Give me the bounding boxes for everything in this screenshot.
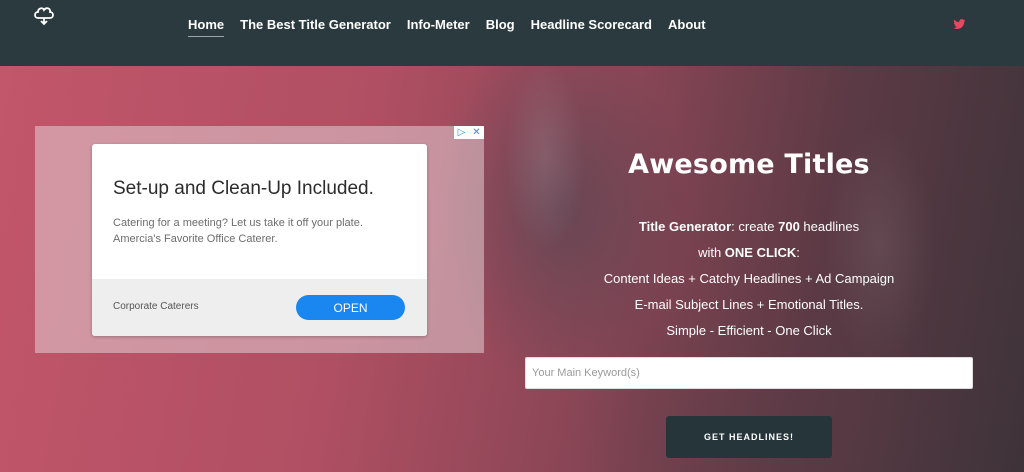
nav-headline-scorecard[interactable]: Headline Scorecard [531, 17, 652, 37]
adchoices-icon[interactable]: ▷ [454, 126, 469, 139]
headline-count: 700 [778, 219, 800, 234]
close-icon[interactable]: ✕ [469, 126, 484, 139]
nav-home[interactable]: Home [188, 17, 225, 37]
feature-line: E-mail Subject Lines + Emotional Titles. [634, 297, 864, 312]
twitter-icon[interactable] [953, 19, 966, 30]
ad-open-button[interactable]: OPEN [296, 295, 405, 320]
feature-line: Simple - Efficient - One Click [666, 323, 832, 338]
ad-advertiser[interactable]: Corporate Caterers [113, 301, 199, 312]
nav-about[interactable]: About [668, 17, 706, 37]
nav-blog[interactable]: Blog [486, 17, 515, 37]
main-nav: Home The Best Title Generator Info-Meter… [188, 17, 706, 37]
feature-text: Title Generator: create 700 headlines wi… [525, 214, 973, 344]
feature-text-span: with [698, 245, 725, 260]
feature-text-span: : [796, 245, 800, 260]
ad-card[interactable]: Set-up and Clean-Up Included. Catering f… [92, 144, 427, 336]
nav-best-title-generator[interactable]: The Best Title Generator [240, 17, 391, 37]
keyword-input[interactable] [525, 357, 973, 389]
feature-text-span: headlines [799, 219, 860, 234]
brain-cloud-icon[interactable] [32, 4, 56, 26]
feature-bold: ONE CLICK [724, 245, 797, 260]
feature-text-span: : create [731, 219, 779, 234]
ad-description-line: Catering for a meeting? Let us take it o… [113, 217, 363, 229]
page-title: Awesome Titles [628, 149, 870, 180]
ad-flags: ▷ ✕ [454, 126, 484, 139]
top-navbar: Home The Best Title Generator Info-Meter… [0, 0, 1024, 66]
feature-line: Title Generator: create 700 headlines [525, 214, 973, 240]
ad-banner[interactable]: ▷ ✕ Set-up and Clean-Up Included. Cateri… [35, 126, 484, 353]
ad-description: Catering for a meeting? Let us take it o… [113, 215, 413, 247]
feature-line: with ONE CLICK: [525, 240, 973, 266]
ad-footer: Corporate Caterers OPEN [92, 279, 427, 336]
feature-line: Content Ideas + Catchy Headlines + Ad Ca… [603, 271, 895, 286]
feature-bold: Title Generator [638, 219, 732, 234]
nav-info-meter[interactable]: Info-Meter [407, 17, 470, 37]
ad-headline[interactable]: Set-up and Clean-Up Included. [113, 178, 374, 200]
get-headlines-button[interactable]: GET HEADLINES! [666, 416, 832, 458]
ad-description-line: Amercia's Favorite Office Caterer. [113, 233, 278, 245]
